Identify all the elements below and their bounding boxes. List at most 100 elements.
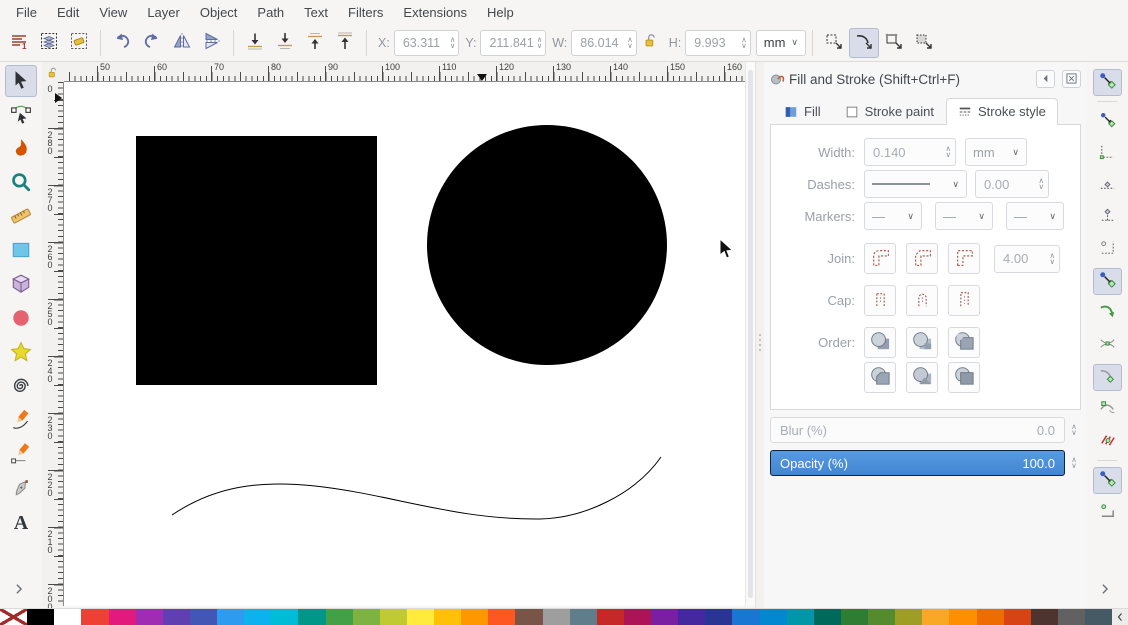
color-swatch[interactable] <box>895 609 922 625</box>
raise-to-top[interactable] <box>330 28 360 58</box>
w-spinner[interactable]: ∧∨ <box>627 37 633 49</box>
node-editor[interactable] <box>5 99 37 131</box>
order-4[interactable] <box>864 362 896 393</box>
menu-item[interactable]: Help <box>477 2 524 23</box>
order-2[interactable] <box>906 327 938 358</box>
text[interactable]: A <box>5 507 37 539</box>
canvas[interactable] <box>64 82 745 606</box>
panel-close-button[interactable] <box>1062 70 1081 88</box>
color-swatch[interactable] <box>732 609 759 625</box>
h-input[interactable]: 9.993 ∧∨ <box>685 30 751 56</box>
color-swatch[interactable] <box>868 609 895 625</box>
spiral[interactable] <box>5 371 37 403</box>
color-swatch[interactable] <box>353 609 380 625</box>
color-swatch[interactable] <box>949 609 976 625</box>
deselect[interactable] <box>64 28 94 58</box>
vertical-scrollbar[interactable] <box>745 62 755 606</box>
toolbox-expander[interactable] <box>12 582 30 600</box>
color-swatch[interactable] <box>1085 609 1112 625</box>
snap-smooth-nodes[interactable] <box>1093 396 1122 423</box>
color-swatch[interactable] <box>651 609 678 625</box>
marker-mid[interactable]: — ∨ <box>935 202 993 230</box>
select-all-layers[interactable] <box>34 28 64 58</box>
miter-spinner[interactable]: ∧∨ <box>1050 253 1056 265</box>
color-swatch[interactable] <box>407 609 434 625</box>
snap-page-border[interactable] <box>1093 236 1122 263</box>
color-swatch[interactable] <box>298 609 325 625</box>
snap-bbox-corners[interactable] <box>1093 140 1122 167</box>
panel-collapse-button[interactable] <box>1036 70 1055 88</box>
y-input[interactable]: 211.841 ∧∨ <box>480 30 546 56</box>
snap-nodes[interactable] <box>1093 268 1122 295</box>
palette-scroll-left[interactable] <box>1112 609 1128 625</box>
color-swatch[interactable] <box>54 609 81 625</box>
snap-bbox-edge-midpoints[interactable] <box>1093 172 1122 199</box>
color-swatch[interactable] <box>244 609 271 625</box>
opacity-spinner[interactable]: ∧∨ <box>1067 457 1081 469</box>
cap-butt[interactable] <box>864 285 896 316</box>
snap-bbox[interactable] <box>1093 108 1122 135</box>
menu-stroke paint[interactable]: Stroke paint <box>833 98 946 125</box>
menu-item[interactable]: Object <box>190 2 248 23</box>
snap-path-intersections[interactable] <box>1093 332 1122 359</box>
color-swatch[interactable] <box>434 609 461 625</box>
panel-splitter[interactable] <box>755 62 764 608</box>
color-swatch[interactable] <box>543 609 570 625</box>
raise[interactable] <box>300 28 330 58</box>
snapbar-expander[interactable] <box>1098 582 1116 600</box>
color-swatch[interactable] <box>217 609 244 625</box>
color-swatch[interactable] <box>81 609 108 625</box>
blur-spinner[interactable]: ∧∨ <box>1067 424 1081 436</box>
color-swatch[interactable] <box>380 609 407 625</box>
menu-item[interactable]: Path <box>247 2 294 23</box>
menu-fill[interactable]: Fill <box>772 98 833 125</box>
stroke-width-input[interactable]: 0.140 ∧∨ <box>864 138 956 166</box>
scale-stroke[interactable] <box>849 28 879 58</box>
blur-slider[interactable]: Blur (%) 0.0 <box>770 417 1065 443</box>
vertical-ruler[interactable]: 0280270260250240230220210200 <box>42 82 64 606</box>
menu-item[interactable]: File <box>6 2 47 23</box>
scale-gradient[interactable] <box>909 28 939 58</box>
order-3[interactable] <box>948 327 980 358</box>
undo[interactable] <box>107 28 137 58</box>
join-bevel[interactable] <box>906 243 938 274</box>
w-input[interactable]: 86.014 ∧∨ <box>571 30 637 56</box>
scale-corners[interactable] <box>879 28 909 58</box>
h-spinner[interactable]: ∧∨ <box>741 37 747 49</box>
star[interactable] <box>5 337 37 369</box>
join-miter[interactable] <box>948 243 980 274</box>
y-spinner[interactable]: ∧∨ <box>537 37 543 49</box>
color-swatch[interactable] <box>326 609 353 625</box>
order-5[interactable] <box>906 362 938 393</box>
menu-item[interactable]: Text <box>294 2 338 23</box>
dash-pattern-select[interactable]: ∨ <box>864 170 967 198</box>
color-swatch[interactable] <box>190 609 217 625</box>
menu-item[interactable]: Filters <box>338 2 393 23</box>
color-swatch[interactable] <box>597 609 624 625</box>
menu-item[interactable]: View <box>89 2 137 23</box>
selector[interactable] <box>5 65 37 97</box>
color-swatch[interactable] <box>678 609 705 625</box>
cap-round[interactable] <box>906 285 938 316</box>
x-input[interactable]: 63.311 ∧∨ <box>394 30 460 56</box>
lock-ratio-button[interactable] <box>640 32 662 54</box>
snap-paths[interactable] <box>1093 300 1122 327</box>
cap-square[interactable] <box>948 285 980 316</box>
color-swatch[interactable] <box>515 609 542 625</box>
calligraphy[interactable] <box>5 473 37 505</box>
pencil[interactable] <box>5 405 37 437</box>
stroke-width-unit-select[interactable]: mm ∨ <box>965 138 1027 166</box>
snap-line-midpoints[interactable] <box>1093 428 1122 455</box>
menu-item[interactable]: Edit <box>47 2 89 23</box>
color-swatch[interactable] <box>787 609 814 625</box>
guides-lock-icon[interactable] <box>46 66 60 82</box>
color-swatch[interactable] <box>814 609 841 625</box>
color-swatch[interactable] <box>922 609 949 625</box>
order-6[interactable] <box>948 362 980 393</box>
color-swatch[interactable] <box>27 609 54 625</box>
ellipse[interactable] <box>5 303 37 335</box>
color-swatch[interactable] <box>163 609 190 625</box>
join-round[interactable] <box>864 243 896 274</box>
marker-end[interactable]: — ∨ <box>1006 202 1064 230</box>
menu-item[interactable]: Layer <box>137 2 190 23</box>
